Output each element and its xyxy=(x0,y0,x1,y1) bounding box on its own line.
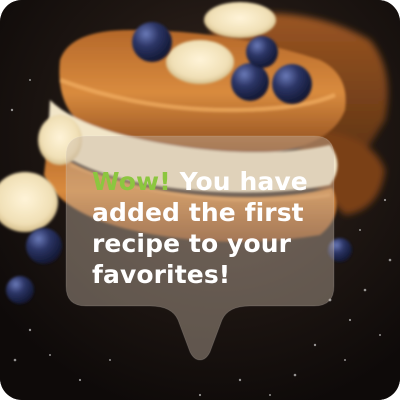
recipe-favorite-card: Wow! You have added the first recipe to … xyxy=(0,0,400,400)
favorite-added-message: Wow! You have added the first recipe to … xyxy=(92,166,320,290)
wow-highlight: Wow! xyxy=(92,167,171,196)
